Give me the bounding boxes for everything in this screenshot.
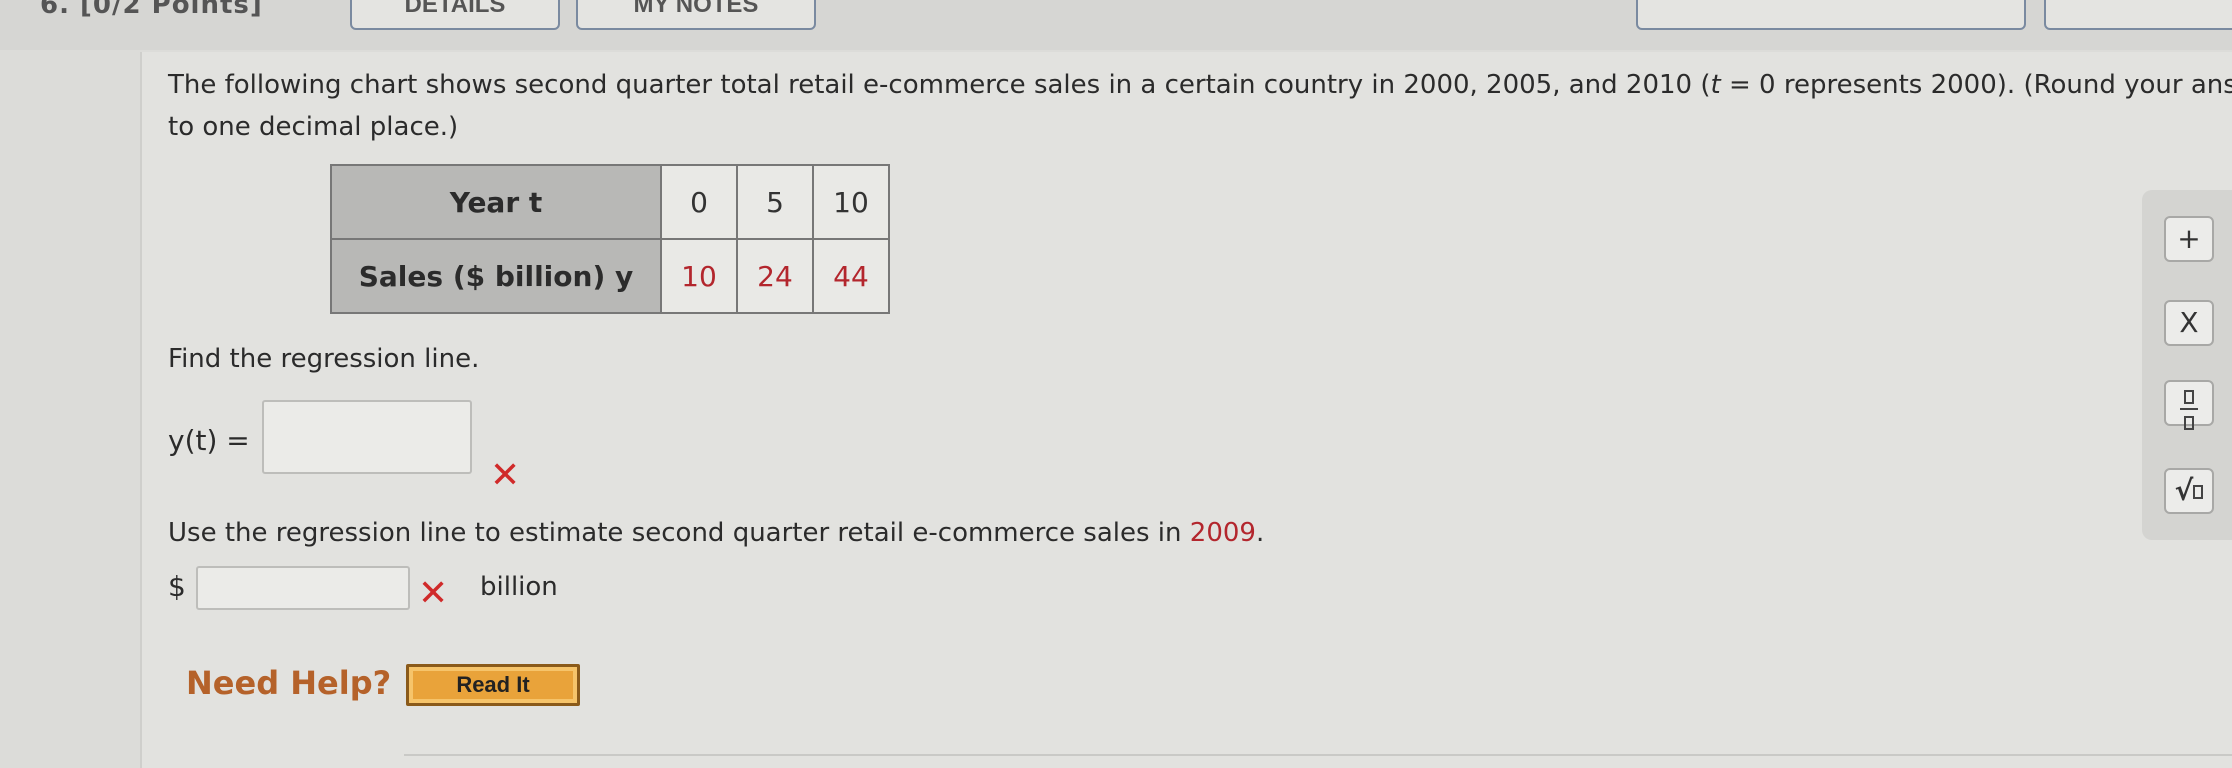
part2-prompt-prefix: Use the regression line to estimate seco… — [168, 518, 1190, 548]
year-cell: 10 — [812, 164, 890, 240]
read-it-button[interactable]: Read It — [406, 664, 580, 706]
plus-button[interactable]: + — [2164, 216, 2214, 262]
year-cell: 0 — [660, 164, 738, 240]
need-help-label: Need Help? — [186, 664, 392, 702]
year-row: Year t 0 5 10 — [330, 164, 890, 240]
fraction-icon — [2180, 386, 2198, 432]
question-text-part1: The following chart shows second quarter… — [168, 70, 1711, 100]
sqrt-icon: √ — [2174, 474, 2194, 507]
question-text-line2: to one decimal place.) — [168, 112, 459, 142]
top-strip: 6. [0/2 Points] DETAILS MY NOTES — [0, 0, 2232, 50]
part2-prompt: Use the regression line to estimate seco… — [168, 518, 1264, 548]
regression-line-input[interactable] — [262, 400, 472, 474]
incorrect-icon: ✕ — [418, 573, 449, 614]
sqrt-button[interactable]: √ — [2164, 468, 2214, 514]
currency-symbol: $ — [168, 570, 186, 603]
year-cell: 5 — [736, 164, 814, 240]
part2-year: 2009 — [1189, 518, 1256, 548]
unit-label: billion — [480, 572, 558, 602]
multiply-button[interactable]: X — [2164, 300, 2214, 346]
data-table: Year t 0 5 10 Sales ($ billion) y 10 24 … — [330, 164, 890, 314]
part2-prompt-suffix: . — [1255, 518, 1265, 548]
incorrect-icon: ✕ — [490, 455, 521, 496]
part1-prompt: Find the regression line. — [168, 344, 480, 374]
sales-estimate-input[interactable] — [196, 566, 410, 610]
divider — [404, 754, 2232, 756]
question-text: The following chart shows second quarter… — [168, 64, 2232, 148]
question-number: 6. [0/2 Points] — [40, 0, 263, 20]
t-variable: t — [1710, 70, 1721, 100]
year-header: Year t — [330, 164, 662, 240]
top-right-button-1[interactable] — [1636, 0, 2026, 30]
sales-header: Sales ($ billion) y — [330, 238, 662, 314]
sales-cell: 10 — [660, 238, 738, 314]
sales-cell: 24 — [736, 238, 814, 314]
sales-row: Sales ($ billion) y 10 24 44 — [330, 238, 890, 314]
sales-cell: 44 — [812, 238, 890, 314]
my-notes-button[interactable]: MY NOTES — [576, 0, 816, 30]
question-text-part2: = 0 represents 2000). (Round your answer… — [1728, 70, 2232, 100]
details-button[interactable]: DETAILS — [350, 0, 560, 30]
fraction-button[interactable] — [2164, 380, 2214, 430]
yt-label: y(t) = — [168, 424, 250, 457]
top-right-button-2[interactable] — [2044, 0, 2232, 30]
